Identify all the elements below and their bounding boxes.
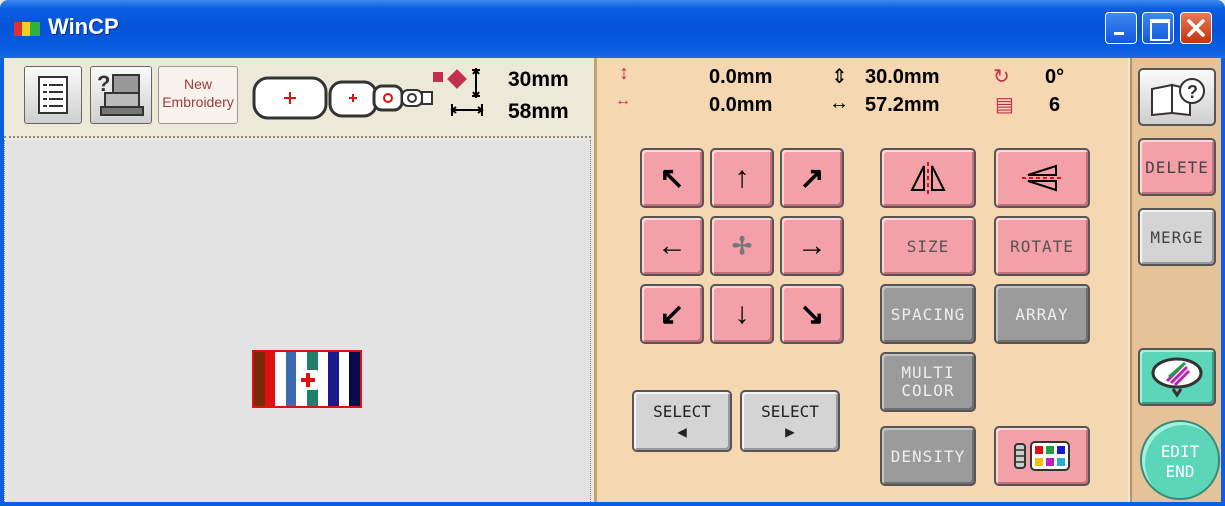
height-icon: ⇕ xyxy=(831,66,848,88)
width-value: 57.2mm xyxy=(865,94,940,116)
end-label: END xyxy=(1165,462,1195,481)
horizontal-offset-value: 0.0mm xyxy=(709,94,773,116)
page-list-icon xyxy=(38,76,68,114)
side-toolbar: ? DELETE MERGE EDIT END xyxy=(1130,58,1221,502)
design-stripe xyxy=(285,352,297,406)
close-button[interactable] xyxy=(1180,12,1212,44)
arrow-down-left-icon: ↙ xyxy=(659,297,685,331)
window-title: WinCP xyxy=(48,14,119,39)
mirror-horizontal-icon xyxy=(910,162,946,194)
center-icon: ✢ xyxy=(731,232,753,260)
select-previous-button[interactable]: SELECT ◀ xyxy=(632,390,732,452)
edit-label: EDIT xyxy=(1160,442,1200,461)
svg-text:?: ? xyxy=(1187,82,1199,102)
edit-panel: ↕ 0.0mm ↔ 0.0mm ⇕ 30.0mm ↔ 57.2mm ↻ 0° ▤… xyxy=(594,58,1128,502)
arrow-left-icon: ← xyxy=(657,229,687,262)
title-bar[interactable]: WinCP xyxy=(0,0,1225,58)
vertical-offset-value: 0.0mm xyxy=(709,66,773,88)
design-stripe xyxy=(338,352,350,406)
design-size-icon xyxy=(447,68,484,116)
move-center-button[interactable]: ✢ xyxy=(710,216,774,276)
spacing-button[interactable]: SPACING xyxy=(880,284,976,344)
app-color-icon xyxy=(14,22,40,36)
select-previous-label: SELECT xyxy=(653,402,711,421)
edit-end-button[interactable]: EDIT END xyxy=(1140,420,1220,500)
move-down-button[interactable]: ↓ xyxy=(710,284,774,344)
height-value: 30.0mm xyxy=(865,66,940,88)
triangle-right-icon: ▶ xyxy=(785,422,795,441)
rotation-value: 0° xyxy=(1045,66,1065,88)
new-label: New xyxy=(183,76,212,92)
hoop-large-icon xyxy=(252,76,328,120)
merge-button[interactable]: MERGE xyxy=(1138,208,1216,266)
move-up-left-button[interactable]: ↖ xyxy=(640,148,704,208)
arrow-up-icon: ↑ xyxy=(734,161,750,194)
new-embroidery-button[interactable]: New Embroidery xyxy=(158,66,238,124)
design-width-value: 58mm xyxy=(508,100,569,123)
hoop-selector[interactable] xyxy=(250,66,450,128)
thread-palette-icon xyxy=(1014,441,1070,471)
size-button[interactable]: SIZE xyxy=(880,216,976,276)
thread-spool-icon: ▤ xyxy=(995,94,1014,116)
design-height-value: 30mm xyxy=(508,68,569,91)
embroidery-preview-icon xyxy=(1151,357,1203,398)
move-up-right-button[interactable]: ↗ xyxy=(780,148,844,208)
hoop-medium-icon xyxy=(328,80,378,118)
minimize-button[interactable] xyxy=(1105,12,1137,44)
move-left-button[interactable]: ← xyxy=(640,216,704,276)
rotation-icon: ↻ xyxy=(993,66,1010,88)
multi-color-button[interactable]: MULTI COLOR xyxy=(880,352,976,412)
width-icon: ↔ xyxy=(829,92,849,114)
move-down-right-button[interactable]: ↘ xyxy=(780,284,844,344)
arrow-right-icon: → xyxy=(797,229,827,262)
design-stripe xyxy=(264,352,276,406)
arrow-down-right-icon: ↘ xyxy=(799,297,825,331)
multi-label: MULTI xyxy=(901,363,955,382)
move-up-button[interactable]: ↑ xyxy=(710,148,774,208)
close-icon xyxy=(1187,19,1205,37)
machine-help-button[interactable]: ? xyxy=(90,66,152,124)
select-next-label: SELECT xyxy=(761,402,819,421)
maximize-button[interactable] xyxy=(1142,12,1174,44)
embroidery-preview-button[interactable] xyxy=(1138,348,1216,406)
thread-color-button[interactable] xyxy=(994,426,1090,486)
delete-button[interactable]: DELETE xyxy=(1138,138,1216,196)
move-right-button[interactable]: → xyxy=(780,216,844,276)
embroidery-label: Embroidery xyxy=(162,94,234,110)
horizontal-move-icon: ↔ xyxy=(615,92,631,109)
select-next-button[interactable]: SELECT ▶ xyxy=(740,390,840,452)
vertical-move-icon: ↕ xyxy=(619,62,629,84)
design-stripe xyxy=(254,352,265,406)
design-toolbar: ? New Embroidery 30mm 58mm xyxy=(4,58,591,138)
help-button[interactable]: ? xyxy=(1138,68,1216,126)
design-size-icon xyxy=(433,72,443,82)
design-stripe xyxy=(349,352,360,406)
design-stripe xyxy=(328,352,339,406)
design-canvas[interactable] xyxy=(4,140,591,502)
machine-help-icon: ? xyxy=(97,71,144,116)
move-down-left-button[interactable]: ↙ xyxy=(640,284,704,344)
array-button[interactable]: ARRAY xyxy=(994,284,1090,344)
book-help-icon: ? xyxy=(1151,78,1205,117)
mirror-horizontal-button[interactable] xyxy=(880,148,976,208)
color-count-value: 6 xyxy=(1049,94,1061,116)
mirror-vertical-button[interactable] xyxy=(994,148,1090,208)
design-stripe xyxy=(317,352,329,406)
mirror-vertical-icon xyxy=(1022,164,1064,192)
triangle-left-icon: ◀ xyxy=(677,422,687,441)
design-center-icon xyxy=(298,370,318,390)
hoop-small-icon xyxy=(372,84,433,112)
arrow-up-right-icon: ↗ xyxy=(799,161,825,195)
arrow-down-icon: ↓ xyxy=(734,297,750,330)
color-label: COLOR xyxy=(901,381,955,400)
embroidery-design[interactable] xyxy=(252,350,362,408)
design-stripe xyxy=(275,352,286,406)
density-button[interactable]: DENSITY xyxy=(880,426,976,486)
page-list-button[interactable] xyxy=(24,66,82,124)
rotate-button[interactable]: ROTATE xyxy=(994,216,1090,276)
arrow-up-left-icon: ↖ xyxy=(659,161,685,195)
